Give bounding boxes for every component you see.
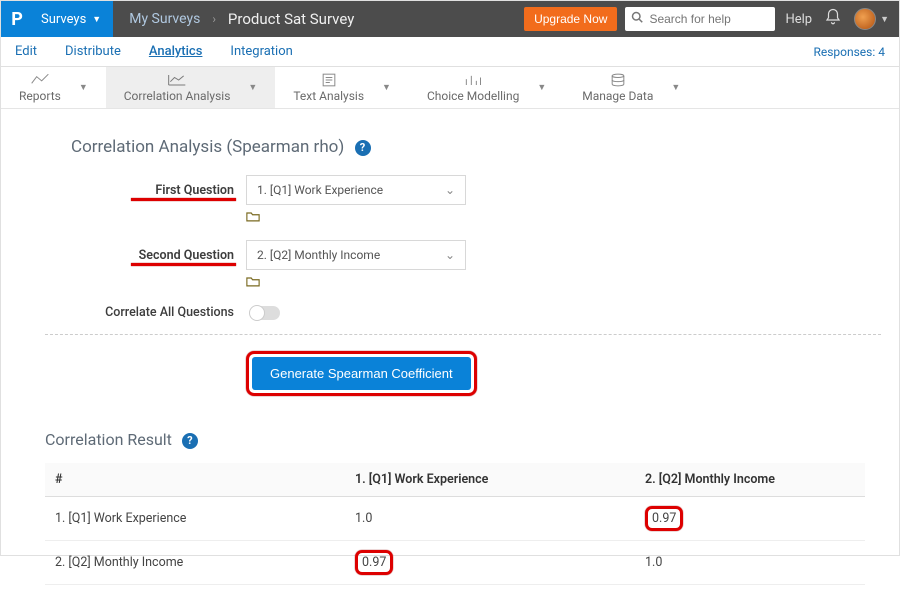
database-icon	[608, 73, 628, 87]
col-q1: 1. [Q1] Work Experience	[345, 463, 635, 497]
correlate-all-label: Correlate All Questions	[71, 305, 246, 320]
breadcrumb-root[interactable]: My Surveys	[129, 11, 200, 27]
caret-down-icon: ▼	[79, 82, 88, 93]
user-menu[interactable]: ▼	[854, 8, 889, 30]
table-row: 1. [Q1] Work Experience 1.0 0.97	[45, 497, 865, 541]
cell-value: 1.0	[635, 541, 865, 585]
tool-manage-data[interactable]: Manage Data ▼	[564, 67, 698, 108]
annotation-ring: 0.97	[645, 506, 683, 531]
folder-icon	[246, 276, 260, 287]
main-nav: Edit Distribute Analytics Integration Re…	[1, 37, 899, 67]
chevron-down-icon: ⌄	[445, 248, 455, 262]
responses-count[interactable]: Responses: 4	[813, 45, 885, 59]
first-question-label: First Question	[71, 183, 246, 198]
section-title: Correlation Analysis (Spearman rho) ?	[71, 137, 855, 157]
annotation-ring: 0.97	[355, 550, 393, 575]
cell-value: 0.97	[635, 497, 865, 541]
upgrade-button[interactable]: Upgrade Now	[524, 7, 617, 31]
nav-analytics[interactable]: Analytics	[149, 44, 203, 59]
tool-label: Text Analysis	[293, 89, 364, 103]
first-question-row: First Question 1. [Q1] Work Experience ⌄	[71, 175, 855, 205]
first-question-folder[interactable]	[246, 211, 855, 226]
caret-down-icon: ▼	[537, 82, 546, 93]
correlate-all-toggle[interactable]	[250, 306, 280, 320]
annotation-ring: Generate Spearman Coefficient	[246, 351, 477, 396]
help-icon[interactable]: ?	[355, 140, 371, 156]
result-section: Correlation Result ? # 1. [Q1] Work Expe…	[45, 430, 865, 585]
help-search-wrap	[625, 7, 775, 31]
top-bar: P Surveys ▼ My Surveys › Product Sat Sur…	[1, 1, 899, 37]
choice-modelling-icon	[463, 73, 483, 87]
second-question-row: Second Question 2. [Q2] Monthly Income ⌄	[71, 240, 855, 270]
help-link[interactable]: Help	[785, 12, 812, 27]
cell-text: 0.97	[362, 555, 386, 570]
result-title: Correlation Result ?	[45, 430, 865, 449]
first-question-dropdown[interactable]: 1. [Q1] Work Experience ⌄	[246, 175, 466, 205]
help-icon[interactable]: ?	[182, 433, 198, 449]
table-header-row: # 1. [Q1] Work Experience 2. [Q2] Monthl…	[45, 463, 865, 497]
annotation-underline	[131, 198, 236, 201]
surveys-dropdown-label: Surveys	[41, 12, 86, 27]
content-area: Correlation Analysis (Spearman rho) ? Fi…	[1, 109, 899, 601]
breadcrumb-current: Product Sat Survey	[228, 10, 354, 28]
chevron-right-icon: ›	[212, 12, 216, 26]
tool-text-analysis[interactable]: Text Analysis ▼	[275, 67, 409, 108]
cell-text: 0.97	[652, 511, 676, 526]
bell-icon[interactable]	[824, 8, 842, 30]
caret-down-icon: ▼	[248, 82, 257, 93]
correlate-all-row: Correlate All Questions	[71, 305, 855, 320]
surveys-dropdown[interactable]: Surveys ▼	[33, 1, 113, 37]
generate-button-wrap: Generate Spearman Coefficient	[246, 351, 855, 396]
col-hash: #	[45, 463, 345, 497]
help-search-input[interactable]	[625, 7, 775, 31]
second-question-dropdown[interactable]: 2. [Q2] Monthly Income ⌄	[246, 240, 466, 270]
correlation-table: # 1. [Q1] Work Experience 2. [Q2] Monthl…	[45, 463, 865, 585]
tool-label: Reports	[19, 89, 61, 103]
nav-distribute[interactable]: Distribute	[65, 44, 121, 59]
caret-down-icon: ▼	[92, 14, 101, 25]
annotation-underline	[131, 263, 236, 266]
text-analysis-icon	[319, 73, 339, 87]
nav-integration[interactable]: Integration	[230, 44, 292, 59]
tool-correlation[interactable]: Correlation Analysis ▼	[106, 67, 276, 108]
section-title-text: Correlation Analysis (Spearman rho)	[71, 137, 344, 157]
search-icon	[631, 11, 643, 26]
reports-icon	[30, 73, 50, 87]
nav-edit[interactable]: Edit	[15, 44, 37, 59]
generate-button[interactable]: Generate Spearman Coefficient	[252, 357, 471, 390]
cell-value: 1.0	[345, 497, 635, 541]
result-title-text: Correlation Result	[45, 430, 172, 449]
caret-down-icon: ▼	[880, 14, 889, 25]
row-label: 2. [Q2] Monthly Income	[45, 541, 345, 585]
first-question-value: 1. [Q1] Work Experience	[257, 183, 383, 197]
brand-logo[interactable]: P	[1, 1, 33, 37]
second-question-label: Second Question	[71, 248, 246, 263]
chevron-down-icon: ⌄	[445, 183, 455, 197]
tool-choice-modelling[interactable]: Choice Modelling ▼	[409, 67, 564, 108]
cell-value: 0.97	[345, 541, 635, 585]
tool-reports[interactable]: Reports ▼	[1, 67, 106, 108]
row-label: 1. [Q1] Work Experience	[45, 497, 345, 541]
tool-label: Correlation Analysis	[124, 89, 231, 103]
caret-down-icon: ▼	[671, 82, 680, 93]
separator	[45, 334, 881, 335]
breadcrumb: My Surveys › Product Sat Survey	[113, 10, 524, 28]
analytics-toolbar: Reports ▼ Correlation Analysis ▼ Text An…	[1, 67, 899, 109]
second-question-folder[interactable]	[246, 276, 855, 291]
second-question-value: 2. [Q2] Monthly Income	[257, 248, 380, 262]
tool-label: Manage Data	[582, 89, 653, 103]
table-row: 2. [Q2] Monthly Income 0.97 1.0	[45, 541, 865, 585]
avatar-icon	[854, 8, 876, 30]
tool-label: Choice Modelling	[427, 89, 519, 103]
folder-icon	[246, 211, 260, 222]
caret-down-icon: ▼	[382, 82, 391, 93]
correlation-icon	[167, 73, 187, 87]
col-q2: 2. [Q2] Monthly Income	[635, 463, 865, 497]
